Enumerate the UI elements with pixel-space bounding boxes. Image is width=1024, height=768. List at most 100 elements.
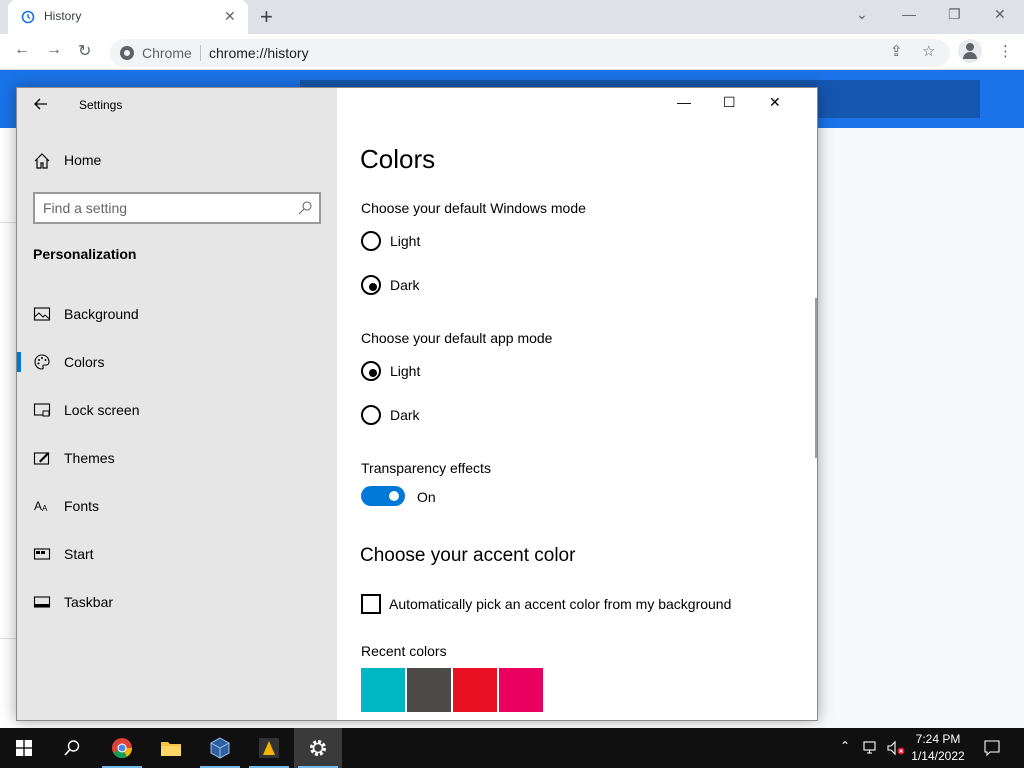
- notification-icon[interactable]: [983, 739, 1001, 757]
- transparency-toggle[interactable]: [361, 486, 405, 506]
- home-icon: [34, 153, 50, 169]
- chevron-up-icon[interactable]: ⌃: [840, 739, 850, 753]
- windows-mode-label: Choose your default Windows mode: [361, 200, 586, 216]
- image-icon: [33, 307, 51, 321]
- color-swatch[interactable]: [407, 668, 451, 712]
- nav-item-lock-screen[interactable]: Lock screen: [17, 390, 337, 430]
- section-title: Personalization: [33, 246, 137, 262]
- recent-colors-label: Recent colors: [361, 643, 447, 659]
- nav-item-themes[interactable]: Themes: [17, 438, 337, 478]
- fonts-icon: A A: [34, 499, 48, 513]
- color-swatch[interactable]: [499, 668, 543, 712]
- app-mode-label: Choose your default app mode: [361, 330, 553, 346]
- profile-icon[interactable]: [958, 39, 982, 63]
- back-icon[interactable]: ←: [14, 41, 30, 59]
- clock-date[interactable]: 1/14/2022: [898, 749, 978, 763]
- search-icon[interactable]: [297, 200, 313, 216]
- share-icon[interactable]: ⇪: [890, 42, 903, 60]
- close-window-icon[interactable]: ✕: [994, 6, 1006, 23]
- app-icon: [259, 738, 279, 758]
- virtualbox-icon: [210, 737, 230, 759]
- palette-icon: [34, 354, 50, 370]
- windows-start-icon[interactable]: [16, 740, 32, 756]
- network-icon[interactable]: [862, 740, 880, 756]
- browser-tabstrip: History ✕ + ⌄ — ❐ ✕: [0, 0, 1024, 34]
- toggle-state-label: On: [417, 489, 436, 505]
- gear-icon: [310, 740, 326, 756]
- toggle-knob: [389, 491, 399, 501]
- svg-text:A: A: [42, 504, 48, 513]
- bookmark-star-icon[interactable]: ☆: [922, 42, 935, 60]
- settings-content: — ☐ ✕ Colors Choose your default Windows…: [337, 88, 817, 720]
- omnibox-divider: [200, 45, 201, 61]
- close-icon[interactable]: ✕: [769, 94, 781, 111]
- tab-title: History: [44, 9, 82, 23]
- find-setting-box[interactable]: [33, 192, 321, 224]
- omnibox[interactable]: Chrome chrome://history: [110, 39, 950, 67]
- scrollbar[interactable]: [815, 298, 817, 458]
- checkbox-label: Automatically pick an accent color from …: [389, 596, 732, 612]
- restore-icon[interactable]: ❐: [948, 6, 961, 23]
- file-explorer-taskbar-button[interactable]: [147, 728, 195, 768]
- app-mode-dark-radio[interactable]: Dark: [361, 405, 561, 427]
- omnibox-chip: Chrome: [142, 45, 192, 61]
- radio-label: Light: [390, 363, 421, 379]
- url-text[interactable]: chrome://history: [209, 45, 309, 61]
- radio-label: Light: [390, 233, 421, 249]
- clock-time[interactable]: 7:24 PM: [898, 732, 978, 746]
- tab-history[interactable]: History ✕: [8, 0, 248, 34]
- nav-item-fonts[interactable]: A A Fonts: [17, 486, 337, 526]
- virtualbox-taskbar-button[interactable]: [196, 728, 244, 768]
- color-swatch[interactable]: [361, 668, 405, 712]
- chrome-taskbar-button[interactable]: [98, 728, 146, 768]
- settings-window: Settings Home Personalization Background: [16, 87, 818, 721]
- radio-circle: [361, 405, 381, 425]
- minimize-icon[interactable]: —: [677, 94, 691, 110]
- nav-item-background[interactable]: Background: [17, 294, 337, 334]
- taskbar-icon: [33, 596, 51, 608]
- nav-item-label: Lock screen: [64, 402, 140, 418]
- lock-screen-icon: [33, 403, 51, 417]
- nav-item-label: Fonts: [64, 498, 100, 514]
- themes-icon: [33, 452, 50, 465]
- new-tab-icon[interactable]: +: [260, 4, 273, 30]
- windows-mode-dark-radio[interactable]: Dark: [361, 275, 561, 297]
- maximize-icon[interactable]: ☐: [723, 94, 736, 111]
- radio-label: Dark: [390, 277, 420, 293]
- app-taskbar-button[interactable]: [245, 728, 293, 768]
- nav-item-label: Themes: [64, 450, 115, 466]
- taskbar: ⌃ 7:24 PM 1/14/2022: [0, 728, 1024, 768]
- nav-home[interactable]: Home: [33, 150, 313, 174]
- checkbox-box: [361, 594, 381, 614]
- minimize-icon[interactable]: —: [902, 6, 916, 22]
- find-setting-input[interactable]: [43, 199, 283, 217]
- nav-item-label: Start: [64, 546, 94, 562]
- close-tab-icon[interactable]: ✕: [224, 8, 236, 25]
- radio-circle: [361, 275, 381, 295]
- svg-text:A: A: [34, 499, 42, 513]
- transparency-label: Transparency effects: [361, 460, 491, 476]
- color-swatch[interactable]: [453, 668, 497, 712]
- settings-nav-pane: Settings Home Personalization Background: [17, 88, 337, 720]
- search-icon[interactable]: [63, 739, 81, 757]
- back-arrow-icon[interactable]: [31, 94, 51, 114]
- app-mode-light-radio[interactable]: Light: [361, 361, 561, 383]
- reload-icon[interactable]: ↻: [78, 41, 91, 61]
- nav-item-colors[interactable]: Colors: [17, 342, 337, 382]
- forward-icon[interactable]: →: [46, 41, 62, 59]
- nav-item-taskbar[interactable]: Taskbar: [17, 582, 337, 622]
- history-page-body: [818, 128, 1024, 728]
- nav-item-start[interactable]: Start: [17, 534, 337, 574]
- radio-selected-dot: [369, 369, 377, 377]
- settings-taskbar-button[interactable]: [294, 728, 342, 768]
- chrome-icon: [120, 46, 134, 60]
- folder-icon: [161, 742, 181, 756]
- chrome-icon: [112, 738, 133, 759]
- radio-circle: [361, 361, 381, 381]
- home-label: Home: [64, 152, 102, 168]
- windows-mode-light-radio[interactable]: Light: [361, 231, 561, 253]
- menu-icon[interactable]: ⋮: [998, 42, 1013, 60]
- auto-accent-checkbox[interactable]: Automatically pick an accent color from …: [361, 594, 761, 616]
- accent-heading: Choose your accent color: [360, 545, 576, 566]
- tab-search-icon[interactable]: ⌄: [856, 6, 868, 23]
